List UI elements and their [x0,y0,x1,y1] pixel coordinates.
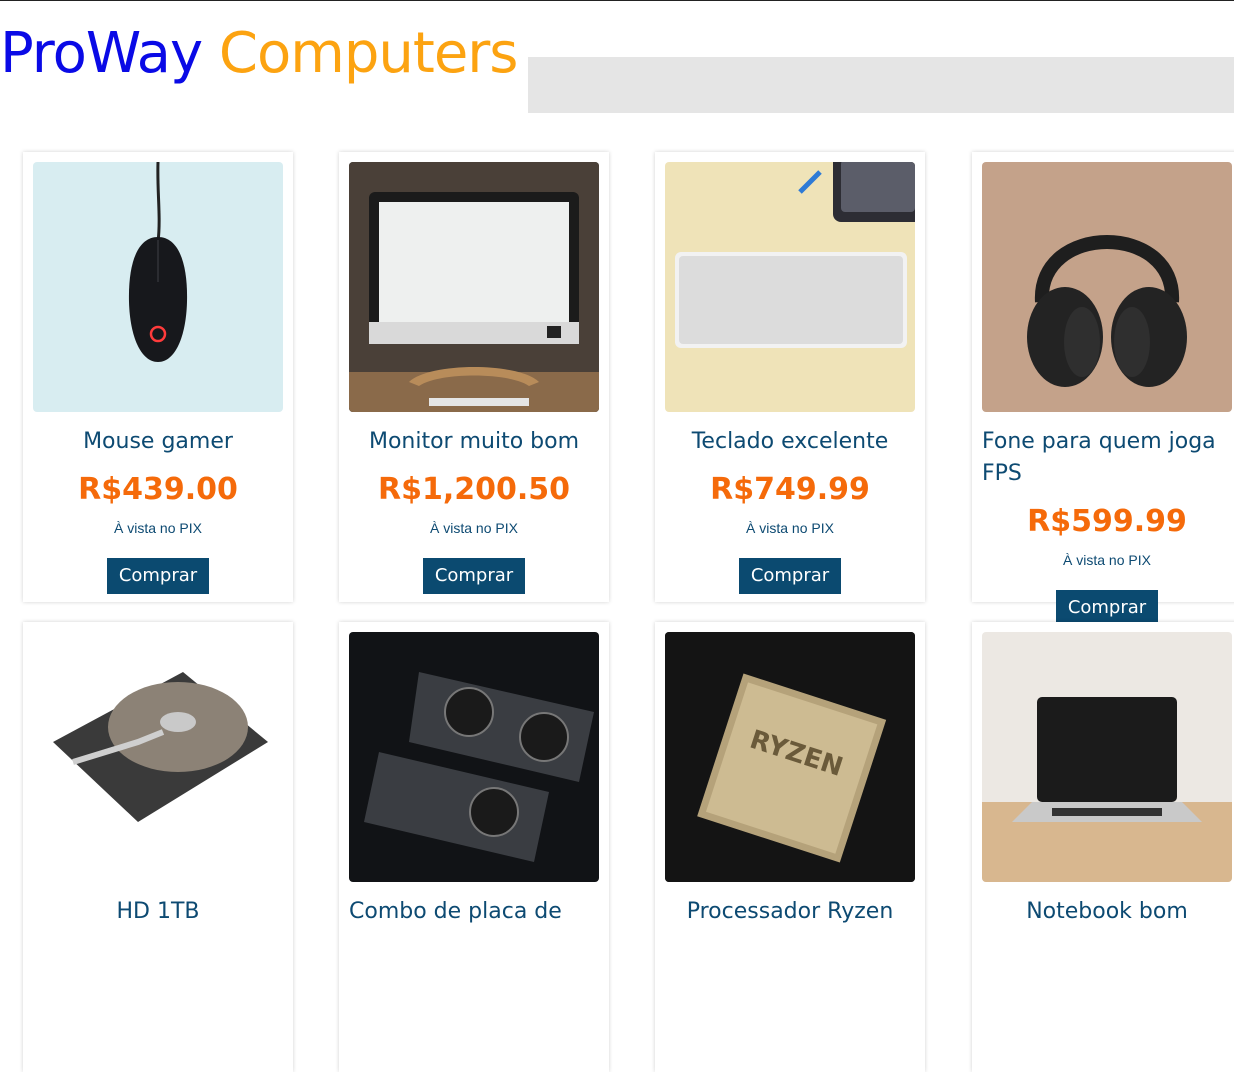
headphones-image[interactable] [982,162,1232,412]
product-card-hd: HD 1TB [23,622,293,1072]
product-card-mouse: Mouse gamer R$439.00 À vista no PIX Comp… [23,152,293,602]
monitor-image[interactable] [349,162,599,412]
product-price: R$1,200.50 [377,472,570,507]
graphics-card-image[interactable] [349,632,599,882]
product-title[interactable]: Combo de placa de [349,896,599,928]
mouse-image[interactable] [33,162,283,412]
product-title[interactable]: Monitor muito bom [349,426,599,458]
payment-note: À vista no PIX [1063,552,1151,568]
product-title[interactable]: Notebook bom [982,896,1232,928]
buy-button[interactable]: Comprar [738,558,842,594]
product-price: R$599.99 [1027,504,1187,539]
product-title[interactable]: Teclado excelente [665,426,915,458]
payment-note: À vista no PIX [430,520,518,536]
ryzen-cpu-image[interactable]: RYZEN [665,632,915,882]
product-card-notebook: Notebook bom [972,622,1234,1072]
laptop-image[interactable] [982,632,1232,882]
buy-button[interactable]: Comprar [106,558,210,594]
product-card-headphones: Fone para quem joga FPS R$599.99 À vista… [972,152,1234,626]
product-card-keyboard: Teclado excelente R$749.99 À vista no PI… [655,152,925,602]
product-title[interactable]: Fone para quem joga FPS [982,426,1232,490]
product-title[interactable]: HD 1TB [33,896,283,928]
payment-note: À vista no PIX [746,520,834,536]
hard-drive-image[interactable] [33,632,283,882]
product-title[interactable]: Mouse gamer [33,426,283,458]
product-title[interactable]: Processador Ryzen [665,896,915,928]
keyboard-image[interactable] [665,162,915,412]
product-card-gpu: Combo de placa de [339,622,609,1072]
product-card-monitor: Monitor muito bom R$1,200.50 À vista no … [339,152,609,602]
product-price: R$439.00 [78,472,238,507]
product-card-cpu: RYZEN Processador Ryzen [655,622,925,1072]
product-price: R$749.99 [710,472,870,507]
product-grid: Mouse gamer R$439.00 À vista no PIX Comp… [0,1,1234,1072]
payment-note: À vista no PIX [114,520,202,536]
buy-button[interactable]: Comprar [1055,590,1159,626]
buy-button[interactable]: Comprar [422,558,526,594]
